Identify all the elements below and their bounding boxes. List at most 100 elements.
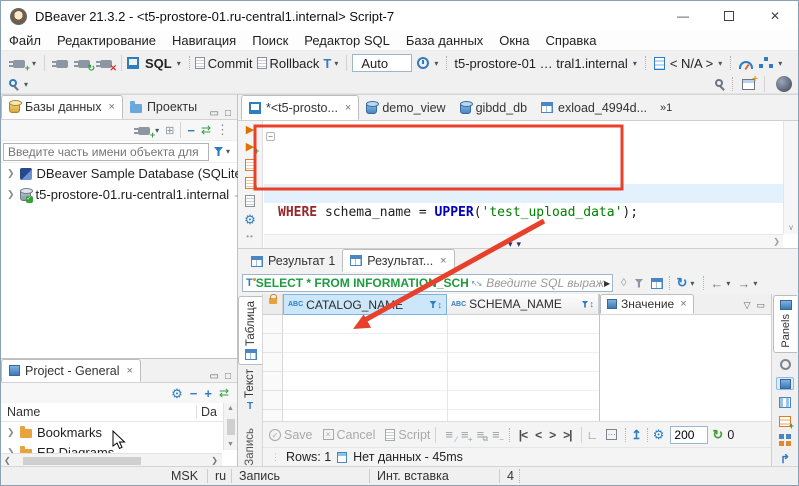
value-viewer-icon[interactable]: [776, 377, 794, 391]
tab-result-2[interactable]: Результат... ×: [342, 249, 455, 272]
execute-statement-icon[interactable]: ▶: [246, 125, 254, 136]
view-menu-icon[interactable]: ⋮: [216, 122, 229, 138]
sql-button[interactable]: SQL: [145, 56, 172, 71]
editor-settings-icon[interactable]: ⚙: [244, 213, 256, 226]
expand-chevron-icon[interactable]: ❯: [7, 427, 15, 438]
column-filter-icon[interactable]: [581, 300, 589, 308]
close-button[interactable]: ✕: [752, 1, 798, 31]
scroll-right-icon[interactable]: ❯: [211, 456, 218, 465]
tasks-dropdown[interactable]: ▾: [778, 59, 782, 68]
apply-filter-icon[interactable]: ▶: [604, 279, 610, 288]
delete-row-icon[interactable]: ≡ −: [492, 427, 504, 444]
tab-demo-view[interactable]: demo_view: [359, 95, 452, 120]
menu-navigation[interactable]: Навигация: [164, 33, 244, 48]
calc-panel-icon[interactable]: [776, 415, 794, 431]
sql-editor[interactable]: ▶ ▶+ + ⚙ •• − SELECT * FROM INFORMATION_…: [238, 121, 798, 249]
results-grid[interactable]: ABC CATALOG_NAME ↕ ABC SCHEMA_NAME ↕: [263, 294, 599, 421]
scroll-down-icon[interactable]: ▼: [227, 441, 234, 448]
scroll-down-icon[interactable]: ∨: [788, 223, 794, 232]
auto-refresh-icon[interactable]: ↻: [712, 427, 723, 443]
project-vertical-scrollbar[interactable]: ▲ ▼: [223, 403, 237, 450]
remove-filter-icon[interactable]: [634, 278, 644, 288]
results-filter-input[interactable]: T SELECT * FROM INFORMATION_SCH ↖↘ Введи…: [242, 274, 613, 292]
last-row-icon[interactable]: >|: [563, 428, 572, 442]
connect-icon[interactable]: [52, 60, 69, 68]
collapse-icon[interactable]: −: [190, 386, 198, 401]
presentation-tab-grid[interactable]: Таблица: [238, 296, 262, 366]
collapse-all-icon[interactable]: −: [187, 123, 195, 138]
dashboard-icon[interactable]: [739, 60, 754, 69]
object-filter-input[interactable]: [3, 142, 209, 161]
menu-file[interactable]: Файл: [1, 33, 49, 48]
scroll-left-icon[interactable]: ❮: [4, 456, 11, 465]
menu-search[interactable]: Поиск: [244, 33, 296, 48]
refresh-results-icon[interactable]: ↻: [676, 275, 687, 291]
execute-script-new-icon[interactable]: +: [245, 177, 259, 193]
tab-project-close-icon[interactable]: ×: [126, 365, 132, 377]
add-row-icon[interactable]: ≡ +: [461, 427, 473, 444]
menu-sql-editor[interactable]: Редактор SQL: [296, 33, 398, 48]
clear-filter-icon[interactable]: ◊: [621, 277, 626, 289]
menu-edit[interactable]: Редактирование: [49, 33, 164, 48]
column-filter-icon[interactable]: [429, 301, 437, 308]
new-folder-icon[interactable]: ⊞: [165, 124, 174, 137]
column-header-schema-name[interactable]: ABC SCHEMA_NAME ↕: [447, 294, 599, 315]
link-selection-icon[interactable]: ⇄: [219, 386, 229, 400]
minimize-panel-icon[interactable]: ▭: [756, 300, 765, 311]
navigator-minimize-icon[interactable]: ▭: [210, 108, 219, 119]
expand-icon[interactable]: +: [204, 386, 212, 401]
project-maximize-icon[interactable]: □: [225, 371, 231, 382]
scroll-up-icon[interactable]: ▲: [227, 405, 234, 412]
project-settings-icon[interactable]: ⚙: [171, 387, 183, 400]
save-button[interactable]: Save: [284, 428, 313, 442]
connection-dropdown[interactable]: ▾: [633, 59, 637, 68]
filter-dropdown[interactable]: ▾: [226, 147, 230, 156]
presentation-tab-text[interactable]: Текст T: [243, 365, 257, 416]
locale-indicator[interactable]: ru: [215, 469, 226, 483]
tab-gibdd-db[interactable]: gibdd_db: [453, 95, 534, 120]
sql-dropdown[interactable]: ▾: [177, 59, 181, 68]
export-results-icon[interactable]: ↱: [776, 452, 794, 466]
grid-config-icon[interactable]: ⚙: [653, 428, 665, 441]
transaction-dropdown[interactable]: ▾: [334, 59, 338, 68]
tree-item-sample-database[interactable]: ❯ DBeaver Sample Database (SQLite): [1, 163, 246, 184]
tab-result-1[interactable]: Результат 1: [244, 250, 342, 272]
search-icon[interactable]: [9, 79, 17, 87]
rollback-button[interactable]: Rollback: [270, 56, 320, 71]
script-button[interactable]: Script: [398, 428, 430, 442]
explain-plan-icon[interactable]: [245, 195, 255, 207]
expand-filter-icon[interactable]: ↖↘: [471, 279, 482, 288]
grid-corner-cell[interactable]: [263, 294, 283, 315]
execute-new-tab-icon[interactable]: ▶ +: [246, 142, 259, 156]
transaction-mode-icon[interactable]: T: [323, 56, 331, 71]
disconnect-icon[interactable]: ✕: [96, 60, 117, 73]
column-date-header[interactable]: Da: [197, 405, 217, 419]
search-dropdown[interactable]: ▾: [24, 80, 28, 89]
aggregate-panel-icon[interactable]: [776, 433, 794, 446]
column-header-catalog-name[interactable]: ABC CATALOG_NAME ↕: [283, 294, 447, 315]
record-mode-toggle[interactable]: Запись: [243, 424, 257, 470]
record-panel-icon[interactable]: [776, 359, 794, 372]
new-connection-dropdown[interactable]: ▾: [32, 59, 36, 68]
tab-databases[interactable]: Базы данных ×: [1, 95, 123, 119]
scrollbar-thumb[interactable]: [22, 456, 141, 465]
column-sort-icon[interactable]: ↕: [438, 300, 443, 310]
commit-mode-combo[interactable]: Auto: [352, 54, 413, 72]
nav-new-connection-dropdown[interactable]: ▾: [155, 126, 159, 135]
menu-window[interactable]: Окна: [491, 33, 537, 48]
editor-vertical-scrollbar[interactable]: ∨: [783, 121, 798, 234]
refresh-dropdown[interactable]: ▾: [690, 279, 694, 288]
new-connection-icon[interactable]: +: [9, 60, 30, 73]
nav-new-connection-icon[interactable]: +: [134, 127, 155, 140]
tab-value[interactable]: Значение ×: [600, 294, 694, 314]
metadata-panel-icon[interactable]: [776, 396, 794, 409]
nav-back-dropdown[interactable]: ▾: [726, 279, 730, 288]
panels-tab[interactable]: Panels: [773, 295, 797, 353]
tab-close-icon[interactable]: ×: [345, 102, 351, 114]
execute-script-icon[interactable]: [245, 159, 255, 171]
grid-settings-icon[interactable]: [651, 277, 664, 289]
tree-item-bookmarks[interactable]: ❯ Bookmarks: [1, 422, 237, 442]
menu-help[interactable]: Справка: [538, 33, 605, 48]
filter-funnel-icon[interactable]: [214, 147, 223, 156]
project-horizontal-scrollbar[interactable]: ❮ ❯: [1, 453, 222, 467]
